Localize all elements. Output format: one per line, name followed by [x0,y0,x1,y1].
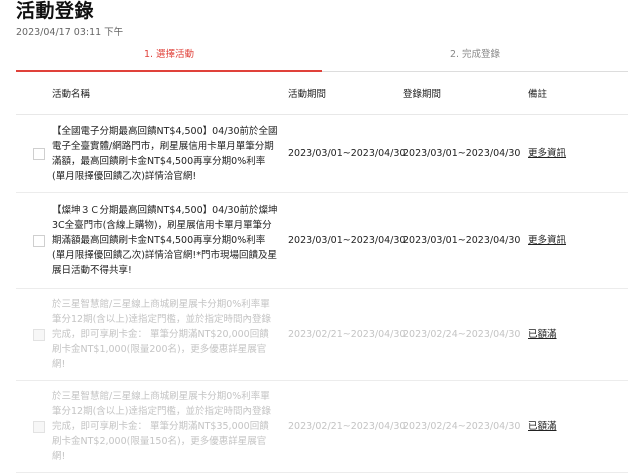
row-checkbox[interactable] [33,234,45,247]
header-register-period: 登錄期間 [403,72,528,115]
header-event-period: 活動期間 [288,72,403,115]
full-quota-link[interactable]: 已額滿 [528,329,557,340]
register-period: 2023/02/24~2023/04/30 [403,380,528,473]
event-name: 於三星智慧館/三星線上商城刷星展卡分期0%利率單筆分12期(含以上)達指定門檻，… [52,288,288,381]
more-info-link[interactable]: 更多資訊 [528,148,566,159]
event-name: 【全國電子分期最高回饋NT$4,500】04/30前於全國電子全臺實體/網路門市… [52,114,288,193]
register-period: 2023/02/24~2023/04/30 [403,288,528,381]
event-period: 2023/03/01~2023/04/30 [288,114,405,193]
full-quota-link[interactable]: 已額滿 [528,421,557,432]
event-period: 2023/02/21~2023/04/30 [288,288,405,381]
step-complete-registration: 2. 完成登錄 [449,49,501,60]
row-checkbox-disabled [33,420,45,433]
page-timestamp: 2023/04/17 03:11 下午 [16,27,124,38]
table-header-row: 活動名稱 活動期間 登錄期間 備註 [16,72,628,115]
register-period: 2023/03/01~2023/04/30 [403,114,528,193]
event-period: 2023/02/21~2023/04/30 [288,380,405,473]
register-period: 2023/03/01~2023/04/30 [403,192,528,289]
event-table: 活動名稱 活動期間 登錄期間 備註 【全國電子分期最高回饋NT$4,500】04… [16,72,628,473]
row-checkbox-disabled [33,328,45,341]
step-select-event: 1. 選擇活動 [143,49,195,60]
row-checkbox[interactable] [33,147,45,160]
step-indicator: 1. 選擇活動 2. 完成登錄 [16,40,628,72]
event-name: 於三星智慧館/三星線上商城刷星展卡分期0%利率單筆分12期(含以上)達指定門檻，… [52,380,288,473]
table-row: 【全國電子分期最高回饋NT$4,500】04/30前於全國電子全臺實體/網路門市… [16,114,628,193]
more-info-link[interactable]: 更多資訊 [528,235,566,246]
table-row: 於三星智慧館/三星線上商城刷星展卡分期0%利率單筆分12期(含以上)達指定門檻，… [16,288,628,381]
header-event-name: 活動名稱 [52,72,288,115]
event-name: 【燦坤３Ｃ分期最高回饋NT$4,500】04/30前於燦坤3C全臺門市(含線上購… [52,192,288,289]
page-title: 活動登錄 [16,0,95,22]
table-row: 於三星智慧館/三星線上商城刷星展卡分期0%利率單筆分12期(含以上)達指定門檻，… [16,380,628,473]
header-checkbox-spacer [16,72,52,115]
table-row: 【燦坤３Ｃ分期最高回饋NT$4,500】04/30前於燦坤3C全臺門市(含線上購… [16,192,628,289]
header-note: 備註 [528,72,628,115]
event-period: 2023/03/01~2023/04/30 [288,192,405,289]
